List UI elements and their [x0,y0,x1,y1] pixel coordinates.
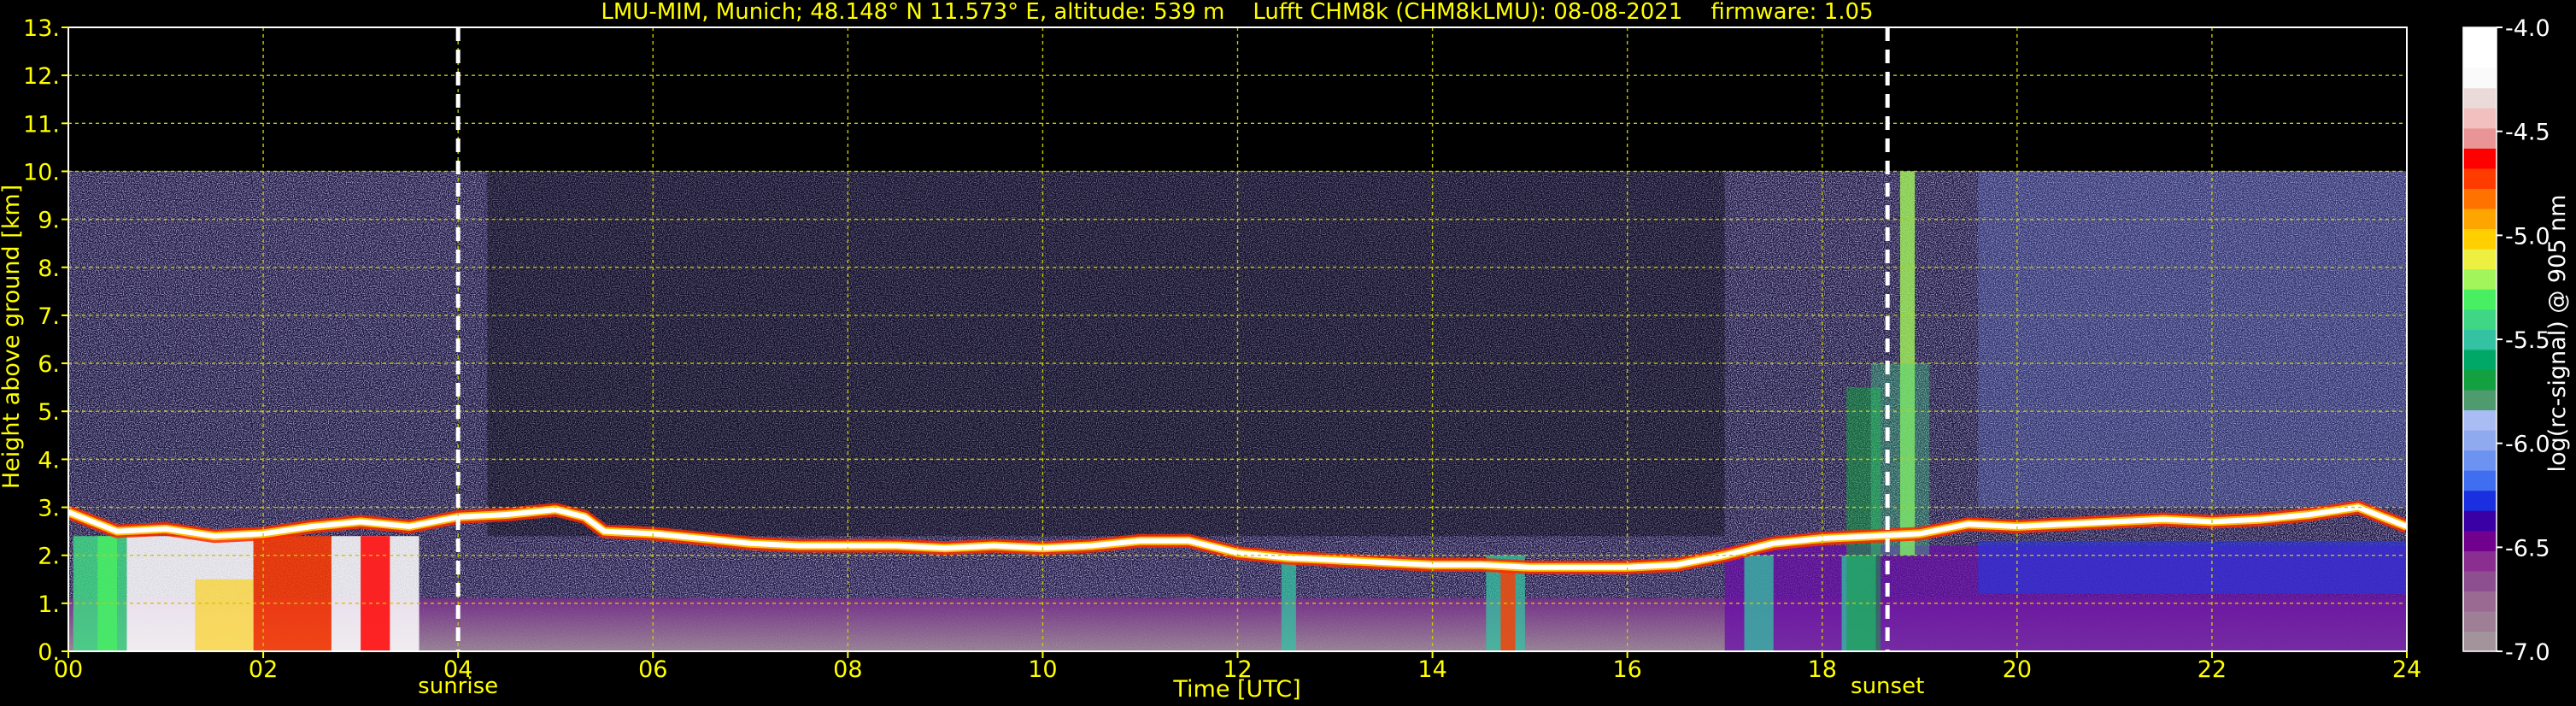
colorbar-segment [2463,510,2497,532]
x-tick-label: 06 [638,656,667,683]
colorbar-segment [2463,228,2497,250]
x-tick-label: 10 [1028,656,1057,683]
colorbar-segment [2463,550,2497,572]
colorbar-segment [2463,168,2497,189]
y-tick-label: 13. [23,15,60,42]
y-tick-label: 0. [38,639,60,666]
colorbar-segment [2463,591,2497,612]
virga-shaft [1500,564,1516,651]
x-tick-label: 18 [1808,656,1837,683]
sunset-label: sunset [1851,674,1924,699]
y-tick-label: 10. [23,159,60,185]
colorbar-label: log(rc-signal) @ 905 nm [2544,195,2571,473]
colorbar-segment [2463,450,2497,471]
x-tick-label: 02 [249,656,278,683]
colorbar-segment [2463,631,2497,652]
colorbar-segment [2463,108,2497,129]
colorbar-segment [2463,429,2497,451]
x-tick-label: 16 [1612,656,1641,683]
y-tick-label: 7. [38,303,60,330]
y-tick-label: 3. [38,496,60,522]
colorbar-segment [2463,47,2497,68]
colorbar-segment [2463,349,2497,370]
colorbar-segment [2463,329,2497,350]
colorbar-tick-label: -4.5 [2505,120,2550,146]
colorbar-tick-label: -6.5 [2505,535,2550,562]
colorbar-segment [2463,148,2497,169]
y-tick-label: 5. [38,399,60,426]
y-tick-label: 11. [23,111,60,138]
colorbar-segment [2463,127,2497,149]
colorbar-segment [2463,490,2497,511]
colorbar-segment [2463,188,2497,209]
colorbar-tick-label: -6.0 [2505,432,2550,458]
colorbar-segment [2463,289,2497,310]
x-tick-label: 20 [2003,656,2032,683]
colorbar-segment [2463,409,2497,431]
colorbar-segment [2463,570,2497,591]
colorbar: -4.0 -4.5 -5.0 -5.5 -6.0 -6.5 -7.0 [2462,15,2550,666]
colorbar-tick-label: -4.0 [2505,15,2550,42]
x-axis-label: Time [UTC] [1172,676,1300,703]
y-tick-label: 2. [38,544,60,570]
evening-aerosol-layer [1978,540,2407,594]
precip-band [361,536,390,651]
daytime-noise-region [487,171,1725,537]
colorbar-tick-label: -5.5 [2505,327,2550,354]
colorbar-tick-label: -7.0 [2505,639,2550,666]
y-tick-label: 4. [38,447,60,474]
y-axis-label: Height above ground [km] [0,185,25,489]
x-tick-label: 04 [443,656,472,683]
colorbar-segment [2463,68,2497,89]
colorbar-segment [2463,87,2497,109]
colorbar-segment [2463,27,2497,49]
y-tick-label: 9. [38,208,60,234]
y-tick-label: 1. [38,591,60,618]
colorbar-segment [2463,470,2497,491]
precip-band [195,579,254,651]
colorbar-segment [2463,389,2497,411]
y-tick-label: 12. [23,63,60,90]
colorbar-tick-label: -5.0 [2505,223,2550,250]
x-tick-label: 08 [833,656,862,683]
ceilometer-figure: LMU-MIM, Munich; 48.148° N 11.573° E, al… [0,0,2571,703]
colorbar-segment [2463,309,2497,330]
x-tick-label: 22 [2198,656,2227,683]
chart-title: LMU-MIM, Munich; 48.148° N 11.573° E, al… [601,0,1873,25]
colorbar-segment [2463,208,2497,230]
precip-band [97,536,118,651]
y-tick-label: 6. [38,351,60,378]
y-tick-label: 8. [38,256,60,282]
evening-aerosol-haze [1978,171,2407,508]
colorbar-segment [2463,369,2497,391]
precip-band [253,536,332,651]
colorbar-segment [2463,530,2497,551]
x-tick-label: 24 [2392,656,2421,683]
colorbar-segment [2463,249,2497,270]
colorbar-segment [2463,268,2497,290]
x-tick-label: 14 [1417,656,1446,683]
colorbar-segment [2463,610,2497,632]
